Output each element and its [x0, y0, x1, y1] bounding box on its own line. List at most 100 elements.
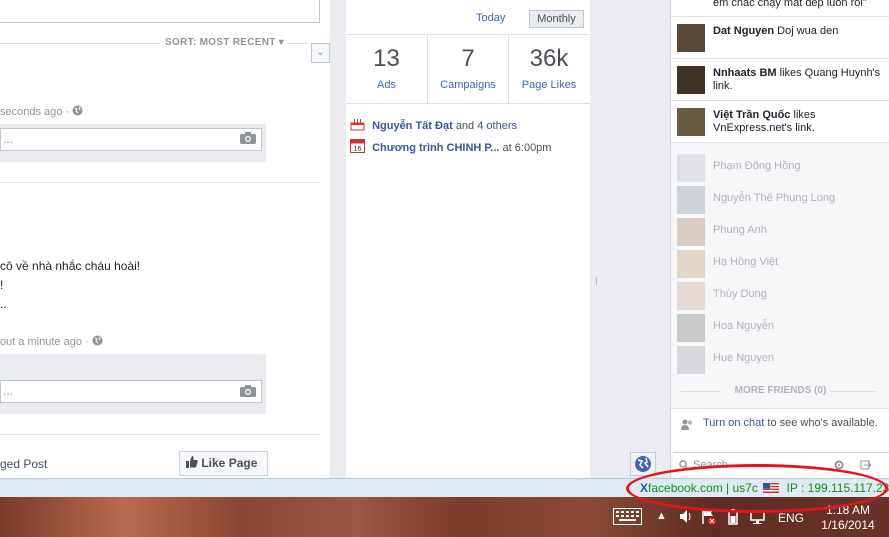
ticker-name[interactable]: Nnhaats BM: [713, 67, 777, 79]
turn-on-chat-panel: Turn on chat to see who's available.: [671, 408, 889, 452]
friend-item[interactable]: Phung Anh: [671, 216, 889, 248]
friend-name: Thùy Dung: [713, 288, 767, 300]
highlight-annotation-ellipse: [626, 464, 888, 513]
comment-placeholder: ...: [3, 132, 14, 146]
sort-menu[interactable]: SORT: MOST RECENT ▾: [165, 37, 284, 48]
caret-down-icon: ▾: [278, 37, 285, 48]
friend-item[interactable]: Nguyễn Thế Phụng Long: [671, 184, 889, 216]
ticker-snippet: em chắc chạy mất dép luôn rồi": [713, 0, 867, 9]
ticker-text: Nnhaats BM likes Quang Huynh's link.: [713, 67, 883, 93]
ticker-item[interactable]: Việt Trần Quốc likes VnExpress.net's lin…: [671, 101, 889, 143]
friends-icon: [681, 419, 692, 430]
friend-name: Hoa Nguyễn: [713, 320, 775, 332]
svg-text:16: 16: [354, 146, 362, 153]
stat-label: Page Likes: [521, 79, 577, 91]
sort-divider-right: [286, 43, 308, 44]
tab-today[interactable]: Today: [476, 12, 505, 24]
ticker-action: Doj wua den: [774, 25, 839, 37]
avatar: [677, 250, 705, 278]
post-body: cô về nhà nhắc cháu hoài! ! ..: [0, 257, 140, 314]
event-name-link[interactable]: Chương trình CHINH P...: [372, 142, 499, 154]
chat-sidebar: em chắc chạy mất dép luôn rồi" Dat Nguye…: [670, 0, 889, 478]
camera-icon[interactable]: [240, 385, 256, 397]
friend-item[interactable]: Hue Nguyen: [671, 344, 889, 376]
pop-out-icon[interactable]: [859, 459, 871, 471]
touch-keyboard-icon[interactable]: [613, 508, 642, 525]
stat-ads[interactable]: 13 Ads: [346, 35, 427, 105]
comment-input[interactable]: ...: [0, 128, 262, 151]
friend-name: Phạm Đông Hồng: [713, 160, 801, 172]
avatar: [677, 314, 705, 342]
page-insights-panel: Today Monthly 13 Ads 7 Campaigns 36k Pag…: [346, 0, 590, 478]
birthday-others-link[interactable]: 4 others: [477, 120, 517, 132]
like-page-label: Like Page: [201, 456, 258, 470]
avatar: [677, 282, 705, 310]
post-timestamp[interactable]: seconds ago ·: [0, 105, 83, 118]
camera-icon[interactable]: [240, 132, 256, 144]
post-divider: [0, 182, 320, 183]
avatar: [677, 24, 705, 52]
thumbs-up-icon: [186, 456, 198, 468]
like-page-button[interactable]: Like Page: [179, 451, 268, 476]
stat-campaigns[interactable]: 7 Campaigns: [427, 35, 508, 105]
stat-label: Campaigns: [440, 79, 496, 91]
post-divider: [0, 434, 320, 435]
friend-item[interactable]: Thùy Dung: [671, 280, 889, 312]
friend-name: Nguyễn Thế Phụng Long: [713, 192, 836, 204]
avatar: [677, 154, 705, 182]
input-language-indicator[interactable]: ENG: [778, 511, 804, 525]
ticker-item[interactable]: em chắc chạy mất dép luôn rồi": [671, 0, 889, 17]
post-time-text: out a minute ago: [0, 336, 82, 348]
page-post-label: ged Post: [0, 457, 48, 471]
globe-icon: [92, 335, 103, 346]
friend-name: Hạ Hồng Việt: [713, 256, 779, 268]
birthday-cake-icon: [350, 119, 365, 131]
sort-label: SORT: MOST RECENT: [165, 37, 276, 48]
avatar: [677, 218, 705, 246]
turn-on-chat-link[interactable]: Turn on chat: [703, 417, 764, 429]
post-options-chevron-icon[interactable]: ⌄: [311, 43, 330, 63]
friend-name: Hue Nguyen: [713, 352, 775, 364]
ticker-name[interactable]: Việt Trần Quốc: [713, 109, 790, 121]
friend-item[interactable]: Phạm Đông Hồng: [671, 152, 889, 184]
ticker-item[interactable]: Dat Nguyen Doj wua den: [671, 17, 889, 59]
column-resize-handle[interactable]: [596, 277, 597, 285]
ticker-text: Dat Nguyen Doj wua den: [713, 25, 883, 38]
post-line: !: [0, 278, 4, 292]
post-line: ..: [0, 297, 7, 311]
sort-divider: [0, 43, 160, 44]
show-hidden-icons-chevron-icon[interactable]: ▲: [656, 510, 667, 522]
stat-number: 13: [373, 45, 400, 72]
volume-icon[interactable]: [680, 510, 692, 523]
turn-on-chat-text: Turn on chat to see who's available.: [703, 417, 883, 430]
birthday-name-link[interactable]: Nguyễn Tất Đạt: [372, 120, 453, 132]
event-time: at 6:00pm: [502, 142, 552, 154]
post-line: cô về nhà nhắc cháu hoài!: [0, 259, 141, 273]
post-time-text: seconds ago: [0, 106, 63, 118]
tab-monthly[interactable]: Monthly: [529, 10, 584, 28]
globe-icon: [635, 456, 651, 472]
status-composer-box[interactable]: [0, 0, 320, 23]
friend-item[interactable]: Hoa Nguyễn: [671, 312, 889, 344]
birthday-reminder: Nguyễn Tất Đạt and 4 others: [350, 117, 517, 135]
stat-page-likes[interactable]: 36k Page Likes: [508, 35, 589, 105]
stat-number: 36k: [529, 45, 569, 72]
friend-item[interactable]: Hạ Hồng Việt: [671, 248, 889, 280]
post-timestamp[interactable]: out a minute ago ·: [0, 335, 103, 348]
clock-date: 1/16/2014: [821, 518, 875, 532]
avatar: [677, 108, 705, 136]
avatar: [677, 66, 705, 94]
comment-input[interactable]: ...: [0, 380, 262, 403]
birthday-and: and: [455, 120, 475, 132]
avatar: [677, 346, 705, 374]
stat-number: 7: [461, 45, 475, 72]
ticker-item[interactable]: Nnhaats BM likes Quang Huynh's link.: [671, 59, 889, 101]
stat-label: Ads: [377, 79, 396, 91]
more-friends-divider: [830, 391, 876, 392]
event-reminder: 16 Chương trình CHINH P... at 6:00pm: [350, 139, 551, 157]
calendar-icon: 16: [350, 139, 365, 153]
notifications-globe-button[interactable]: [630, 452, 656, 476]
ticker-text: Việt Trần Quốc likes VnExpress.net's lin…: [713, 109, 883, 135]
ticker-name[interactable]: Dat Nguyen: [713, 25, 774, 37]
turn-on-chat-rest: to see who's available.: [764, 417, 878, 429]
